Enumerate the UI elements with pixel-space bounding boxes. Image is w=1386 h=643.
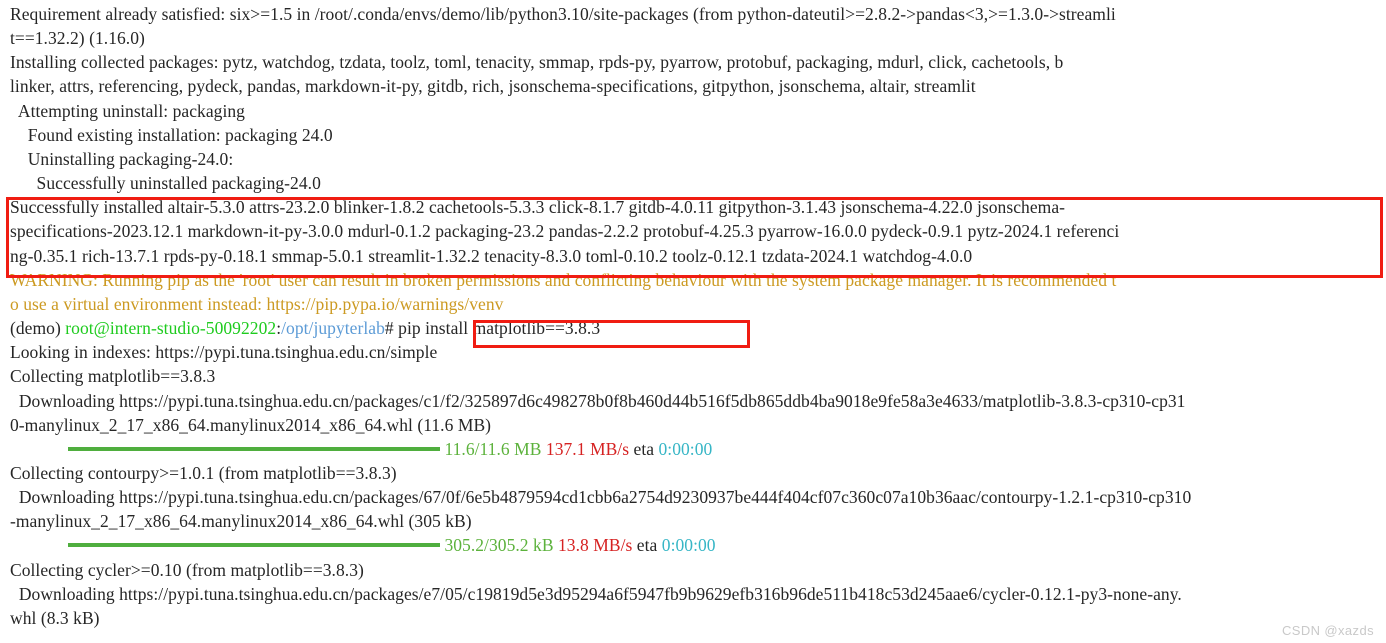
download-url-line: Downloading https://pypi.tuna.tsinghua.e… (10, 583, 1182, 604)
warning-line-1: WARNING: Running pip as the 'root' user … (10, 269, 1117, 290)
prompt-hash: # (384, 318, 394, 339)
output-line: Requirement already satisfied: six>=1.5 … (10, 4, 1116, 24)
shell-prompt-line[interactable]: (demo) root@intern-studio-50092202:/opt/… (10, 316, 1386, 340)
output-line: Installing collected packages: pytz, wat… (10, 52, 1064, 73)
output-line: Collecting contourpy>=1.0.1 (from matplo… (10, 462, 397, 483)
success-install-line-1: Successfully installed altair-5.3.0 attr… (10, 197, 1066, 218)
progress-eta-value: 0:00:00 (661, 535, 716, 556)
output-line: Looking in indexes: https://pypi.tuna.ts… (10, 342, 438, 363)
output-line: t==1.32.2) (1.16.0) (10, 28, 145, 49)
download-url-line: 0-manylinux_2_17_x86_64.manylinux2014_x8… (10, 414, 492, 435)
progress-eta-label: eta (636, 535, 658, 556)
progress-bar-fill (68, 543, 440, 548)
progress-bar-row-1: 11.6/11.6 MB 137.1 MB/s eta 0:00:00 (10, 437, 1386, 461)
output-line: whl (8.3 kB) (10, 607, 100, 628)
progress-bar-row-2: 305.2/305.2 kB 13.8 MB/s eta 0:00:00 (10, 533, 1386, 557)
success-install-line-3: ng-0.35.1 rich-13.7.1 rpds-py-0.18.1 smm… (10, 245, 973, 266)
output-line: Found existing installation: packaging 2… (10, 124, 333, 145)
progress-speed: 137.1 MB/s (545, 438, 630, 459)
download-url-line: -manylinux_2_17_x86_64.manylinux2014_x86… (10, 511, 472, 532)
output-line: Uninstalling packaging-24.0: (10, 148, 234, 169)
prompt-user-host: root@intern-studio-50092202 (65, 318, 277, 339)
progress-eta-value: 0:00:00 (658, 438, 713, 459)
prompt-path: /opt/jupyterlab (281, 318, 385, 339)
progress-bar-fill (68, 446, 440, 451)
output-line: Successfully uninstalled packaging-24.0 (10, 173, 321, 194)
progress-speed: 13.8 MB/s (557, 535, 633, 556)
output-line: linker, attrs, referencing, pydeck, pand… (10, 76, 976, 97)
progress-size: 305.2/305.2 kB (444, 535, 554, 556)
download-url-line: Downloading https://pypi.tuna.tsinghua.e… (10, 487, 1192, 508)
progress-eta-label: eta (633, 438, 655, 459)
output-line: Collecting matplotlib==3.8.3 (10, 366, 216, 387)
output-line: Collecting cycler>=0.10 (from matplotlib… (10, 559, 364, 580)
output-line: Attempting uninstall: packaging (10, 100, 245, 121)
download-url-line: Downloading https://pypi.tuna.tsinghua.e… (10, 390, 1186, 411)
progress-size: 11.6/11.6 MB (444, 438, 542, 459)
success-install-line-2: specifications-2023.12.1 markdown-it-py-… (10, 221, 1120, 242)
terminal-window[interactable]: Requirement already satisfied: six>=1.5 … (0, 0, 1386, 643)
watermark: CSDN @xazds (1281, 623, 1374, 638)
prompt-env: (demo) (10, 318, 66, 339)
warning-line-2: o use a virtual environment instead: htt… (10, 293, 504, 314)
command-input[interactable]: pip install matplotlib==3.8.3 (394, 318, 600, 338)
